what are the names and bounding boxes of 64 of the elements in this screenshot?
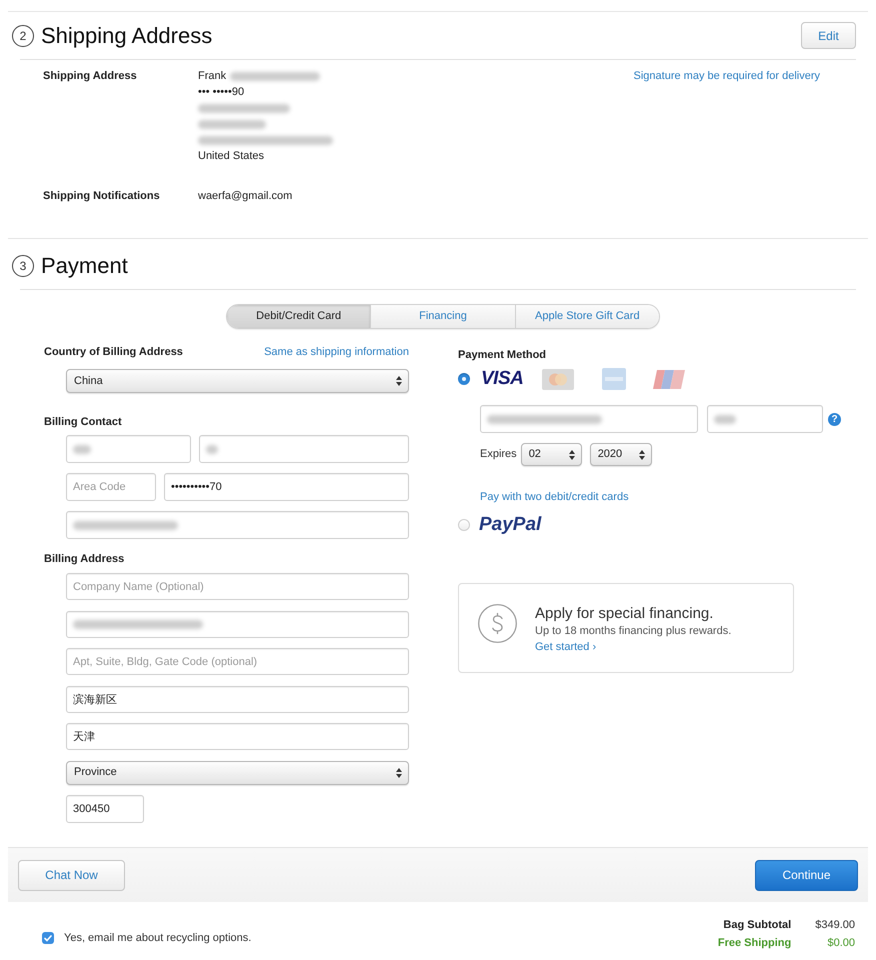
get-started-link[interactable]: Get started › bbox=[535, 639, 596, 655]
striped-card-icon bbox=[653, 368, 686, 390]
field-label: Payment Method bbox=[458, 348, 546, 363]
select-arrows-icon bbox=[396, 768, 402, 778]
dollar-circle-icon bbox=[478, 604, 517, 643]
input-field[interactable]: 300450 bbox=[66, 795, 144, 823]
input-field[interactable] bbox=[66, 435, 191, 463]
field-label: Shipping Address bbox=[43, 69, 138, 84]
field-label: Billing Address bbox=[44, 552, 124, 567]
input-field[interactable]: Area Code bbox=[66, 473, 156, 501]
year-dropdown[interactable]: 2020 bbox=[590, 443, 652, 466]
input-field[interactable]: Apt, Suite, Bldg, Gate Code (optional) bbox=[66, 648, 409, 675]
select-arrows-icon bbox=[568, 450, 575, 460]
month-dropdown[interactable]: 02 bbox=[520, 443, 582, 466]
continue-button[interactable]: Continue bbox=[755, 860, 858, 890]
input-field[interactable] bbox=[480, 405, 698, 433]
input-field[interactable]: 滨海新区 bbox=[66, 686, 409, 712]
step-number: 2 bbox=[12, 24, 34, 46]
tab[interactable]: Financing bbox=[370, 305, 515, 328]
checkmark-icon bbox=[44, 934, 52, 942]
radio-button[interactable] bbox=[458, 373, 470, 385]
chat-now-button[interactable]: Chat Now bbox=[18, 860, 125, 890]
input-field[interactable]: Company Name (Optional) bbox=[66, 573, 409, 600]
card-icon bbox=[602, 368, 626, 390]
address-line: United States bbox=[198, 149, 264, 164]
financing-text: Up to 18 months financing plus rewards. bbox=[535, 624, 732, 639]
checkbox[interactable] bbox=[42, 932, 54, 944]
country-dropdown[interactable]: China bbox=[66, 369, 409, 393]
input-field[interactable] bbox=[707, 405, 823, 433]
paypal-logo: PayPal bbox=[479, 515, 542, 535]
section-title: Payment bbox=[41, 252, 128, 280]
total-label: Bag Subtotal bbox=[722, 918, 792, 933]
financing-title: Apply for special financing. bbox=[535, 605, 714, 623]
input-field[interactable] bbox=[66, 511, 409, 539]
signature-note-link[interactable]: Signature may be required for delivery bbox=[634, 68, 820, 84]
overlapping-circles-card-icon bbox=[542, 368, 574, 390]
total-label: Free Shipping bbox=[718, 936, 792, 951]
tab[interactable]: Apple Store Gift Card bbox=[514, 305, 659, 328]
same-as-shipping-link[interactable]: Same as shipping information bbox=[264, 344, 409, 360]
two-cards-link[interactable]: Pay with two debit/credit cards bbox=[480, 490, 629, 504]
select-arrows-icon bbox=[638, 450, 645, 460]
expires-label: Expires bbox=[480, 447, 517, 462]
total-value: $349.00 bbox=[815, 918, 855, 933]
field-label: Country of Billing Address bbox=[44, 344, 183, 360]
recycling-option-label: Yes, email me about recycling options. bbox=[64, 931, 252, 946]
input-field[interactable] bbox=[199, 435, 409, 463]
address-line: ••• •••••90 bbox=[198, 85, 244, 100]
field-label: Shipping Notifications bbox=[43, 189, 161, 204]
total-value: $0.00 bbox=[826, 936, 855, 951]
tab[interactable]: Debit/Credit Card bbox=[227, 305, 370, 328]
field-label: Billing Contact bbox=[44, 415, 122, 430]
step-number: 3 bbox=[12, 254, 34, 276]
province-dropdown[interactable]: Province bbox=[66, 760, 409, 784]
input-field[interactable] bbox=[66, 610, 409, 638]
radio-button[interactable] bbox=[458, 519, 470, 531]
address-line: waerfa@gmail.com bbox=[198, 189, 292, 204]
address-line: Frank bbox=[198, 69, 226, 84]
input-field[interactable]: 天津 bbox=[66, 723, 409, 750]
select-arrows-icon bbox=[396, 376, 402, 386]
visa-logo: VISA bbox=[481, 369, 524, 389]
help-icon[interactable]: ? bbox=[828, 412, 841, 426]
input-field[interactable]: ••••••••••70 bbox=[164, 473, 409, 501]
section-title: Shipping Address bbox=[41, 22, 212, 50]
edit-button[interactable]: Edit bbox=[801, 22, 856, 49]
